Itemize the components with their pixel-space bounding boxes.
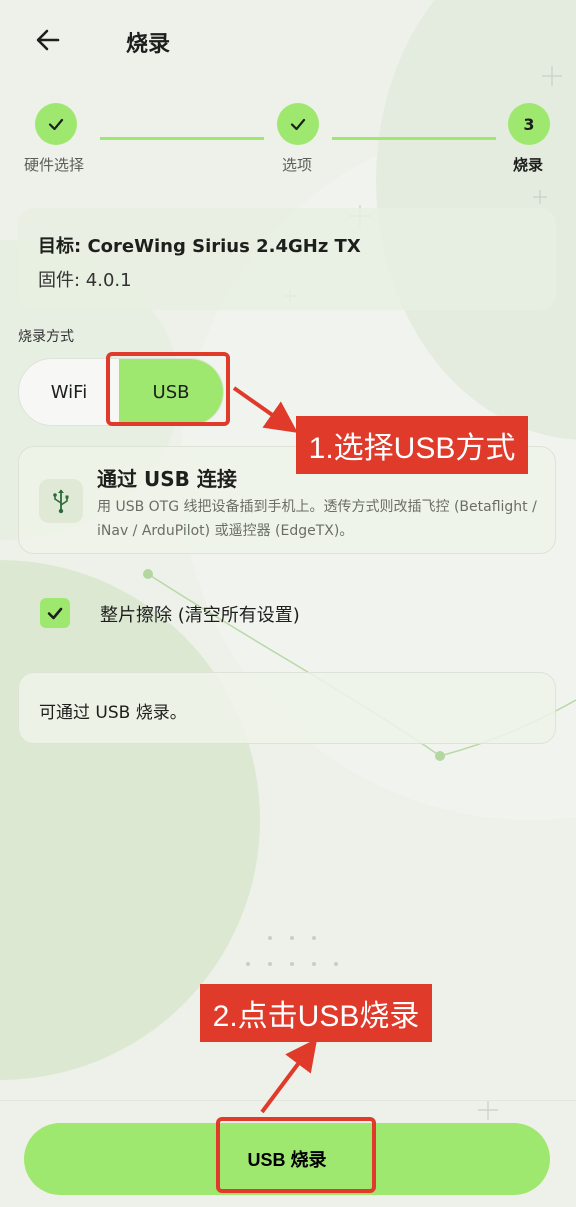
flash-method-label: 烧录方式 (18, 329, 74, 345)
page-title: 烧录 (126, 32, 171, 57)
flash-screen: 烧录 硬件选择 选项 3 烧录 目标: CoreWing Sirius 2.4G… (0, 0, 576, 1207)
callout-select-usb: 1.选择USB方式 (296, 416, 528, 474)
usb-card-description: 用 USB OTG 线把设备插到手机上。透传方式则改插飞控 (Betafligh… (97, 499, 537, 539)
flash-button-highlight (216, 1117, 376, 1193)
firmware-info-card: 目标: CoreWing Sirius 2.4GHz TX 固件: 4.0.1 (18, 208, 556, 310)
status-message: 可通过 USB 烧录。 (39, 703, 187, 723)
arrow-left-icon (36, 29, 60, 51)
step-3-label: 烧录 (513, 156, 544, 174)
step-1-check-icon (35, 103, 77, 145)
usb-icon (39, 479, 83, 523)
back-button[interactable] (30, 22, 66, 58)
step-connector-2 (332, 137, 496, 140)
full-erase-checkbox[interactable] (40, 598, 70, 628)
step-3-number: 3 (508, 103, 550, 145)
check-icon (47, 607, 63, 620)
full-erase-label: 整片擦除 (清空所有设置) (100, 605, 300, 626)
method-option-wifi[interactable]: WiFi (19, 359, 119, 425)
usb-option-highlight (106, 352, 230, 426)
usb-card-title: 通过 USB 连接 (97, 467, 237, 491)
status-card: 可通过 USB 烧录。 (18, 672, 556, 744)
full-erase-option[interactable]: 整片擦除 (清空所有设置) (40, 596, 440, 630)
step-2-check-icon (277, 103, 319, 145)
step-2-label: 选项 (282, 156, 313, 174)
firmware-version: 固件: 4.0.1 (38, 270, 132, 291)
target-device: 目标: CoreWing Sirius 2.4GHz TX (38, 236, 361, 257)
step-connector-1 (100, 137, 264, 140)
top-app-bar: 烧录 (0, 0, 576, 80)
callout-click-flash: 2.点击USB烧录 (200, 984, 432, 1042)
step-1-label: 硬件选择 (24, 156, 85, 174)
